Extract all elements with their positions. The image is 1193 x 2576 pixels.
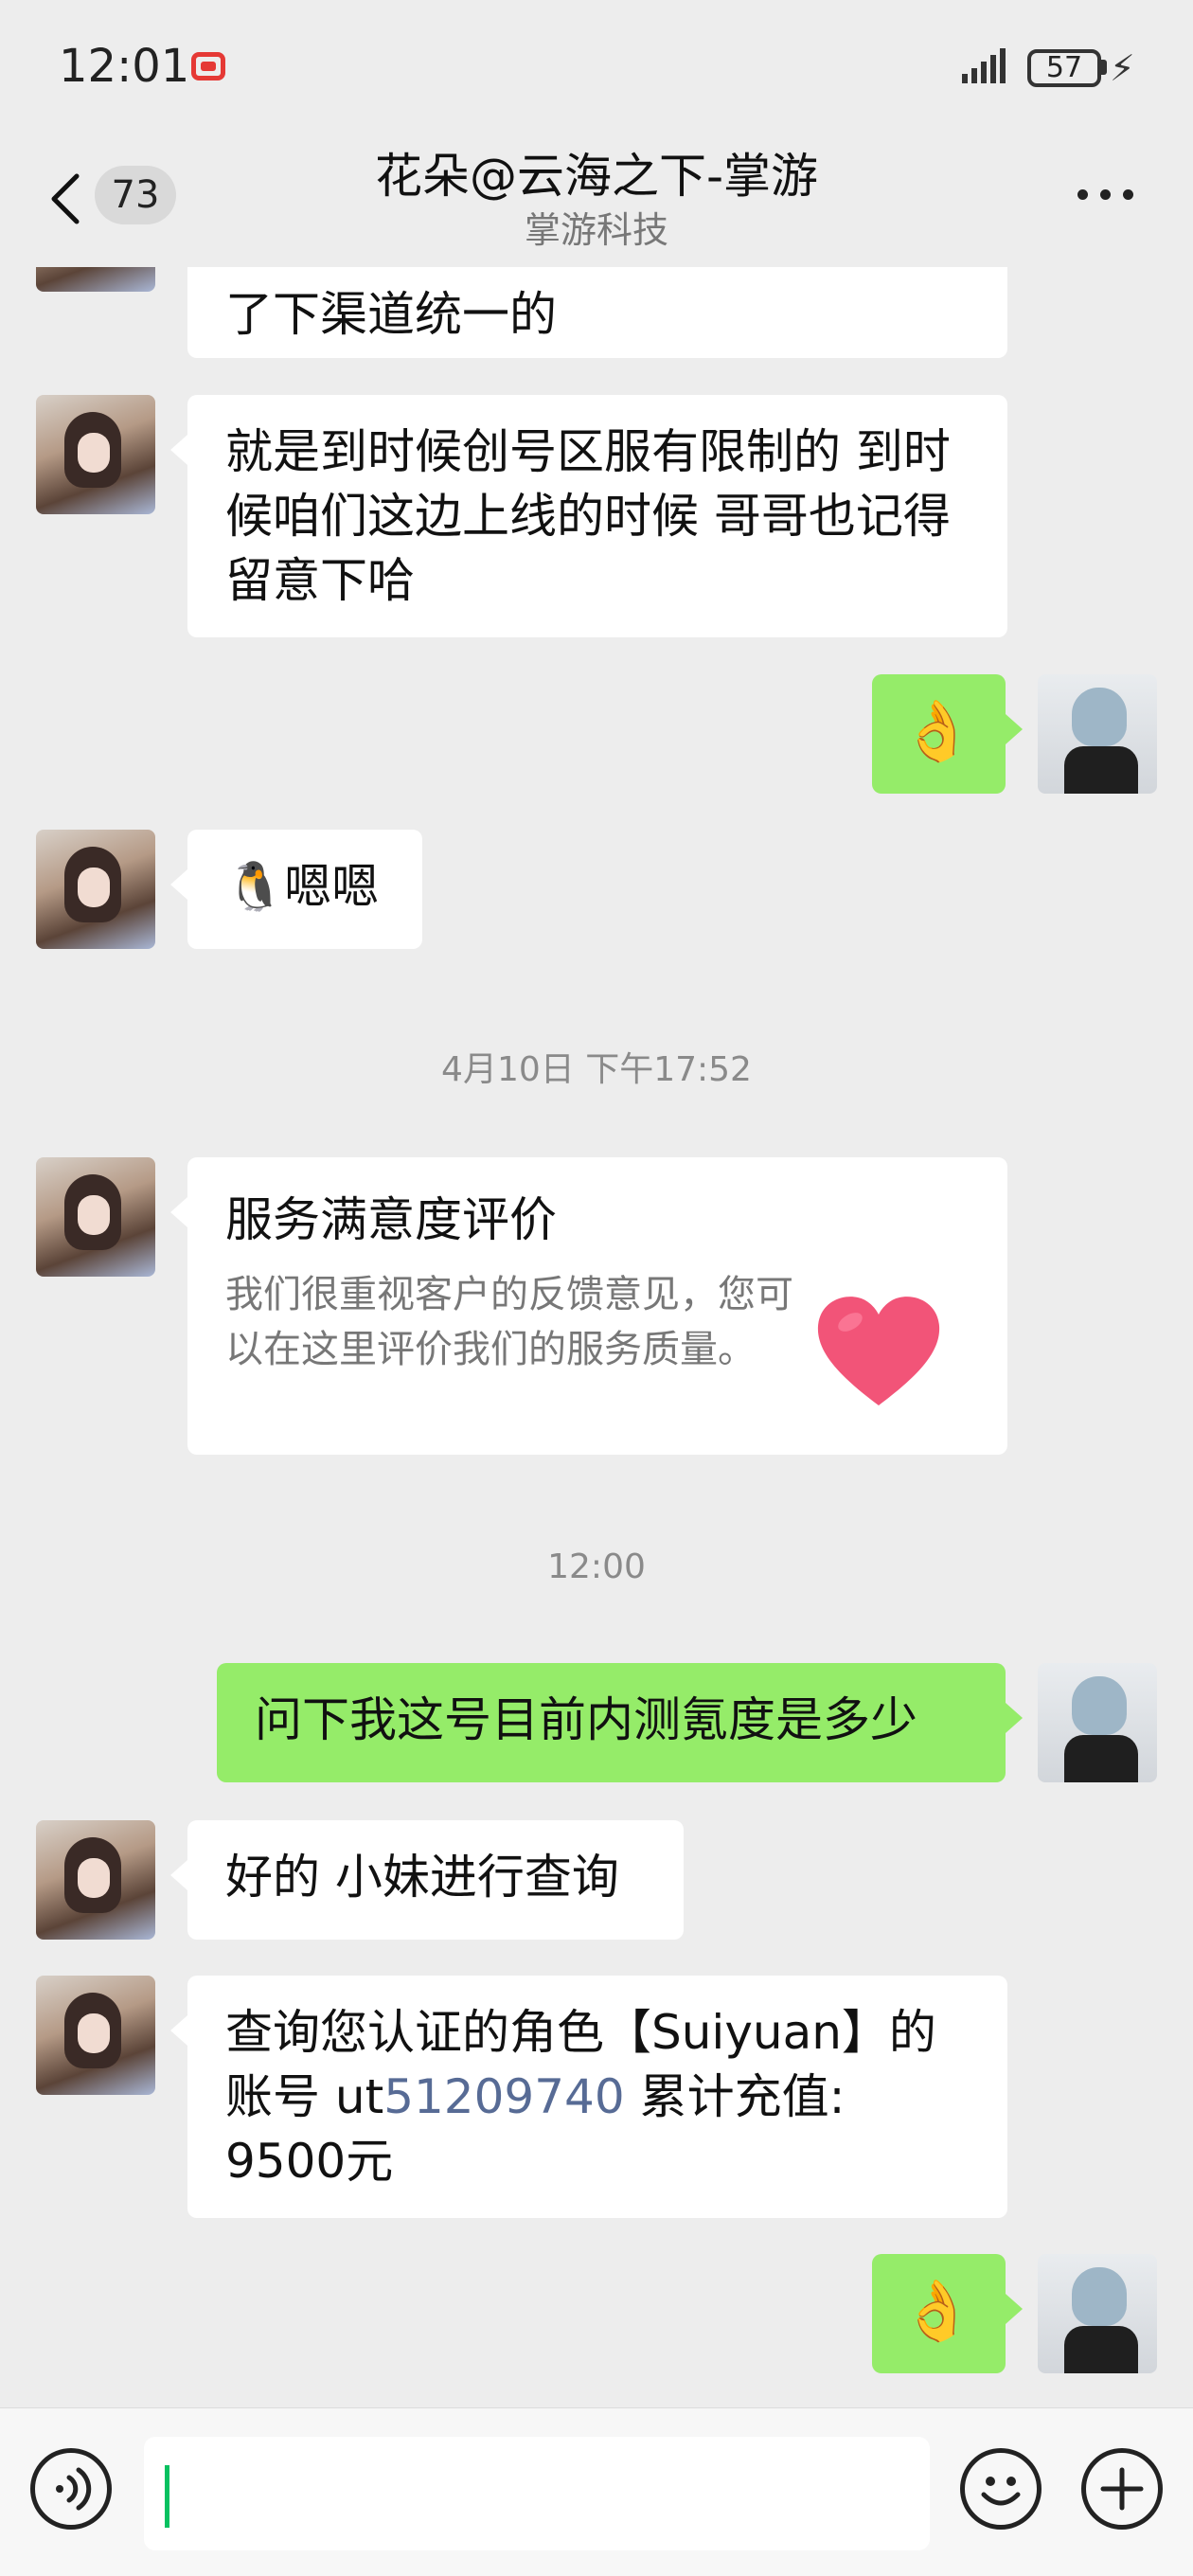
my-avatar[interactable]: [1038, 2254, 1157, 2373]
more-functions-button[interactable]: [1081, 2448, 1163, 2530]
message-list[interactable]: 了下渠道统一的 就是到时候创号区服有限制的 到时候咱们这边上线的时候 哥哥也记得…: [0, 267, 1193, 2407]
smiley-icon: [981, 2477, 1021, 2506]
input-bar: [0, 2407, 1193, 2576]
contact-avatar[interactable]: [36, 1820, 155, 1940]
message-text: 好的 小妹进行查询: [225, 1850, 619, 1905]
account-number-link[interactable]: 51209740: [383, 2069, 625, 2124]
contact-avatar[interactable]: [36, 1157, 155, 1277]
contact-avatar[interactable]: [36, 830, 155, 949]
plus-icon: [1100, 2467, 1144, 2511]
message-text: 就是到时候创号区服有限制的 到时候咱们这边上线的时候 哥哥也记得留意下哈: [225, 424, 951, 608]
message-text: 了下渠道统一的: [225, 287, 557, 342]
text-cursor: [165, 2465, 169, 2528]
outgoing-message[interactable]: 问下我这号目前内测氪度是多少: [217, 1663, 1023, 1782]
heart-icon: [817, 1297, 940, 1405]
my-avatar[interactable]: [1038, 674, 1157, 794]
contact-avatar[interactable]: [36, 267, 155, 292]
emoji-button[interactable]: [960, 2448, 1042, 2530]
penguin-emoji: 🐧: [225, 859, 285, 914]
chat-subtitle: 掌游科技: [524, 209, 668, 251]
chat-header: 73 花朵@云海之下-掌游 掌游科技: [0, 133, 1193, 267]
contact-avatar[interactable]: [36, 1976, 155, 2095]
incoming-message[interactable]: 查询您认证的角色【Suiyuan】的账号 ut51209740 累计充值: 95…: [170, 1976, 1007, 2218]
ok-hand-emoji: 👌: [900, 696, 974, 765]
my-avatar[interactable]: [1038, 1663, 1157, 1782]
message-text: 嗯嗯: [284, 859, 380, 914]
contact-avatar[interactable]: [36, 395, 155, 514]
chat-title: 花朵@云海之下-掌游: [374, 149, 819, 204]
message-input[interactable]: [144, 2437, 930, 2550]
charging-icon: ⚡: [1110, 47, 1135, 89]
status-bar: 12:01 57 ⚡: [0, 0, 1193, 133]
incoming-message[interactable]: 🐧嗯嗯: [170, 830, 422, 949]
status-time: 12:01: [59, 40, 190, 93]
message-text: 问下我这号目前内测氪度是多少: [255, 1692, 917, 1747]
card-title: 服务满意度评价: [225, 1192, 557, 1247]
card-description: 我们很重视客户的反馈意见，您可以在这里评价我们的服务质量。: [225, 1273, 793, 1371]
voice-input-button[interactable]: [30, 2448, 112, 2530]
outgoing-message[interactable]: 👌: [872, 2254, 1023, 2373]
service-rating-card[interactable]: 服务满意度评价 我们很重视客户的反馈意见，您可以在这里评价我们的服务质量。: [170, 1157, 1007, 1455]
signal-icon: [962, 48, 1006, 83]
ok-hand-emoji: 👌: [900, 2276, 974, 2345]
incoming-message[interactable]: 就是到时候创号区服有限制的 到时候咱们这边上线的时候 哥哥也记得留意下哈: [170, 395, 1007, 637]
message-timestamp: 12:00: [547, 1547, 646, 1586]
outgoing-message[interactable]: 👌: [872, 674, 1023, 794]
message-timestamp: 4月10日 下午17:52: [441, 1050, 752, 1089]
incoming-message[interactable]: 了下渠道统一的: [187, 267, 1007, 358]
battery-indicator: 57: [1027, 49, 1101, 87]
voice-icon: [56, 2467, 92, 2511]
incoming-message[interactable]: 好的 小妹进行查询: [170, 1820, 684, 1940]
more-options-icon[interactable]: [1077, 189, 1134, 205]
battery-tip: [1101, 60, 1107, 75]
screen-record-icon: [191, 52, 225, 80]
